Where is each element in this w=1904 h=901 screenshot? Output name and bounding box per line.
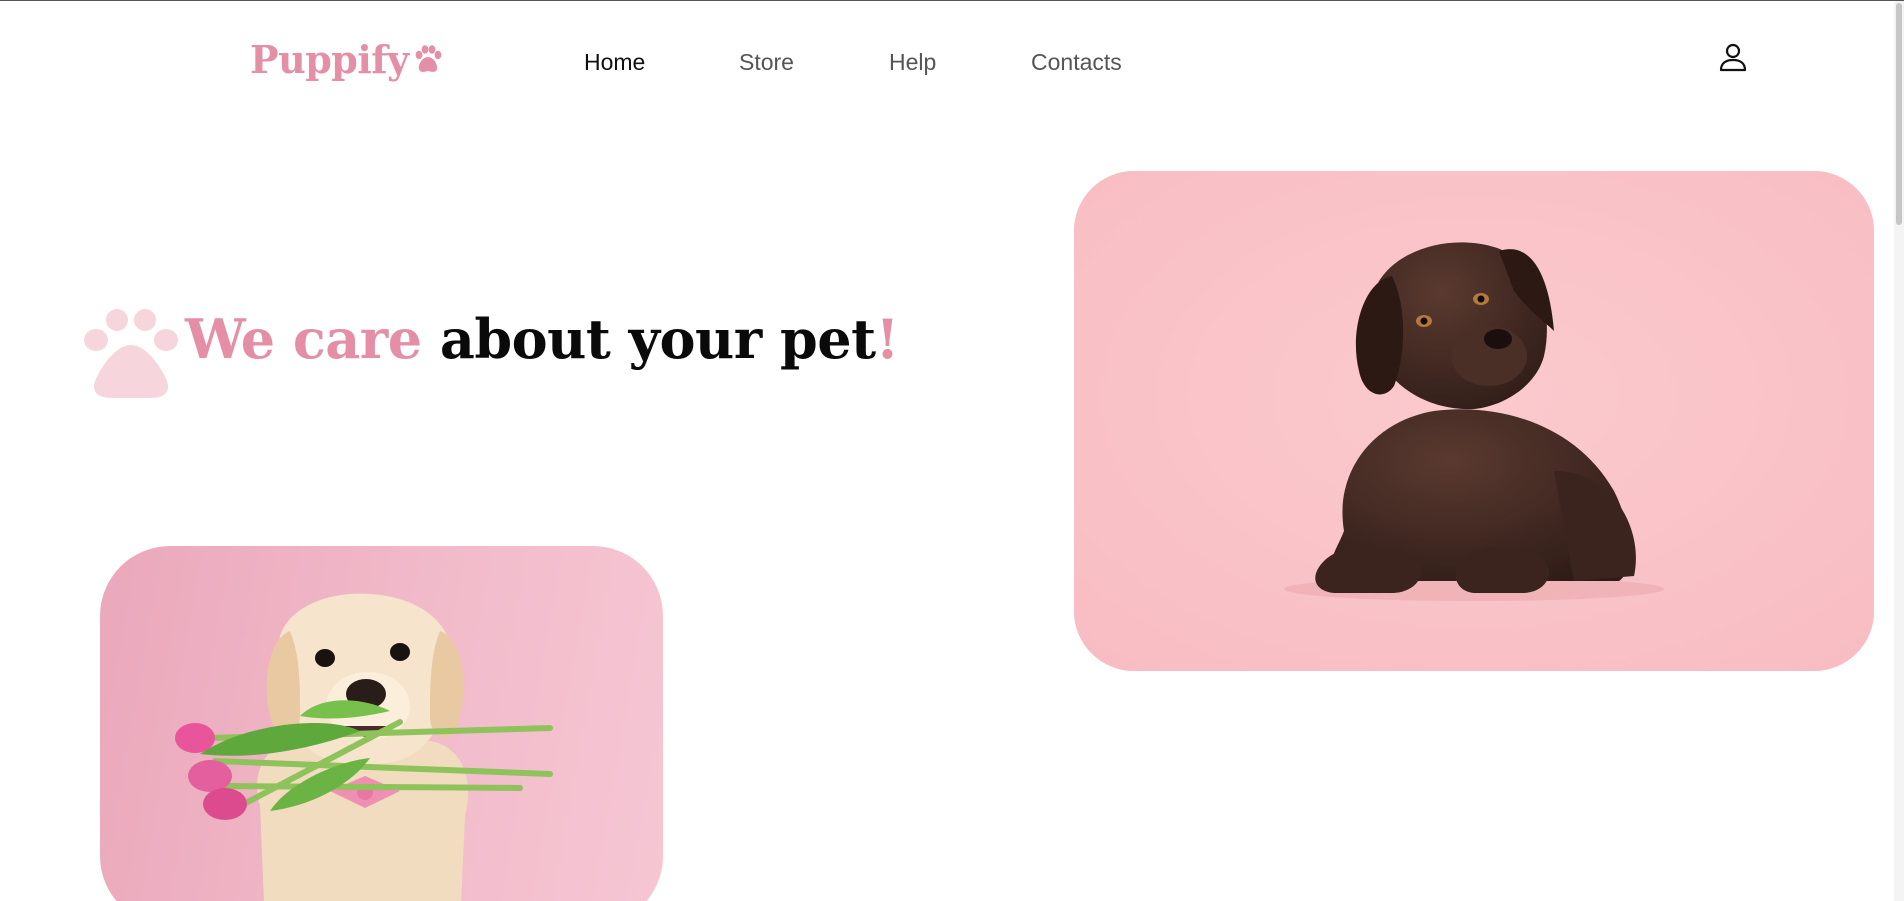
- nav-item-contacts[interactable]: Contacts: [1031, 49, 1122, 76]
- scrollbar-thumb[interactable]: [1896, 3, 1902, 225]
- hero-title-exclaim: !: [875, 307, 900, 371]
- hero-title-main: about your pet: [421, 307, 876, 371]
- brand-name: Puppify: [250, 37, 409, 82]
- paw-icon: [412, 44, 444, 81]
- page-scrollbar[interactable]: [1894, 1, 1904, 901]
- hero-title: We care about your pet!: [185, 307, 899, 371]
- nav-item-home[interactable]: Home: [584, 49, 645, 76]
- nav-item-help[interactable]: Help: [889, 49, 936, 76]
- user-icon[interactable]: [1717, 41, 1749, 73]
- nav-item-store[interactable]: Store: [739, 49, 794, 76]
- brand-logo[interactable]: Puppify: [250, 37, 444, 82]
- labrador-puppy-photo: [1074, 171, 1874, 671]
- hero-title-highlight: We care: [185, 307, 422, 371]
- golden-retriever-photo: [100, 546, 663, 901]
- hero-heading: We care about your pet!: [82, 307, 899, 398]
